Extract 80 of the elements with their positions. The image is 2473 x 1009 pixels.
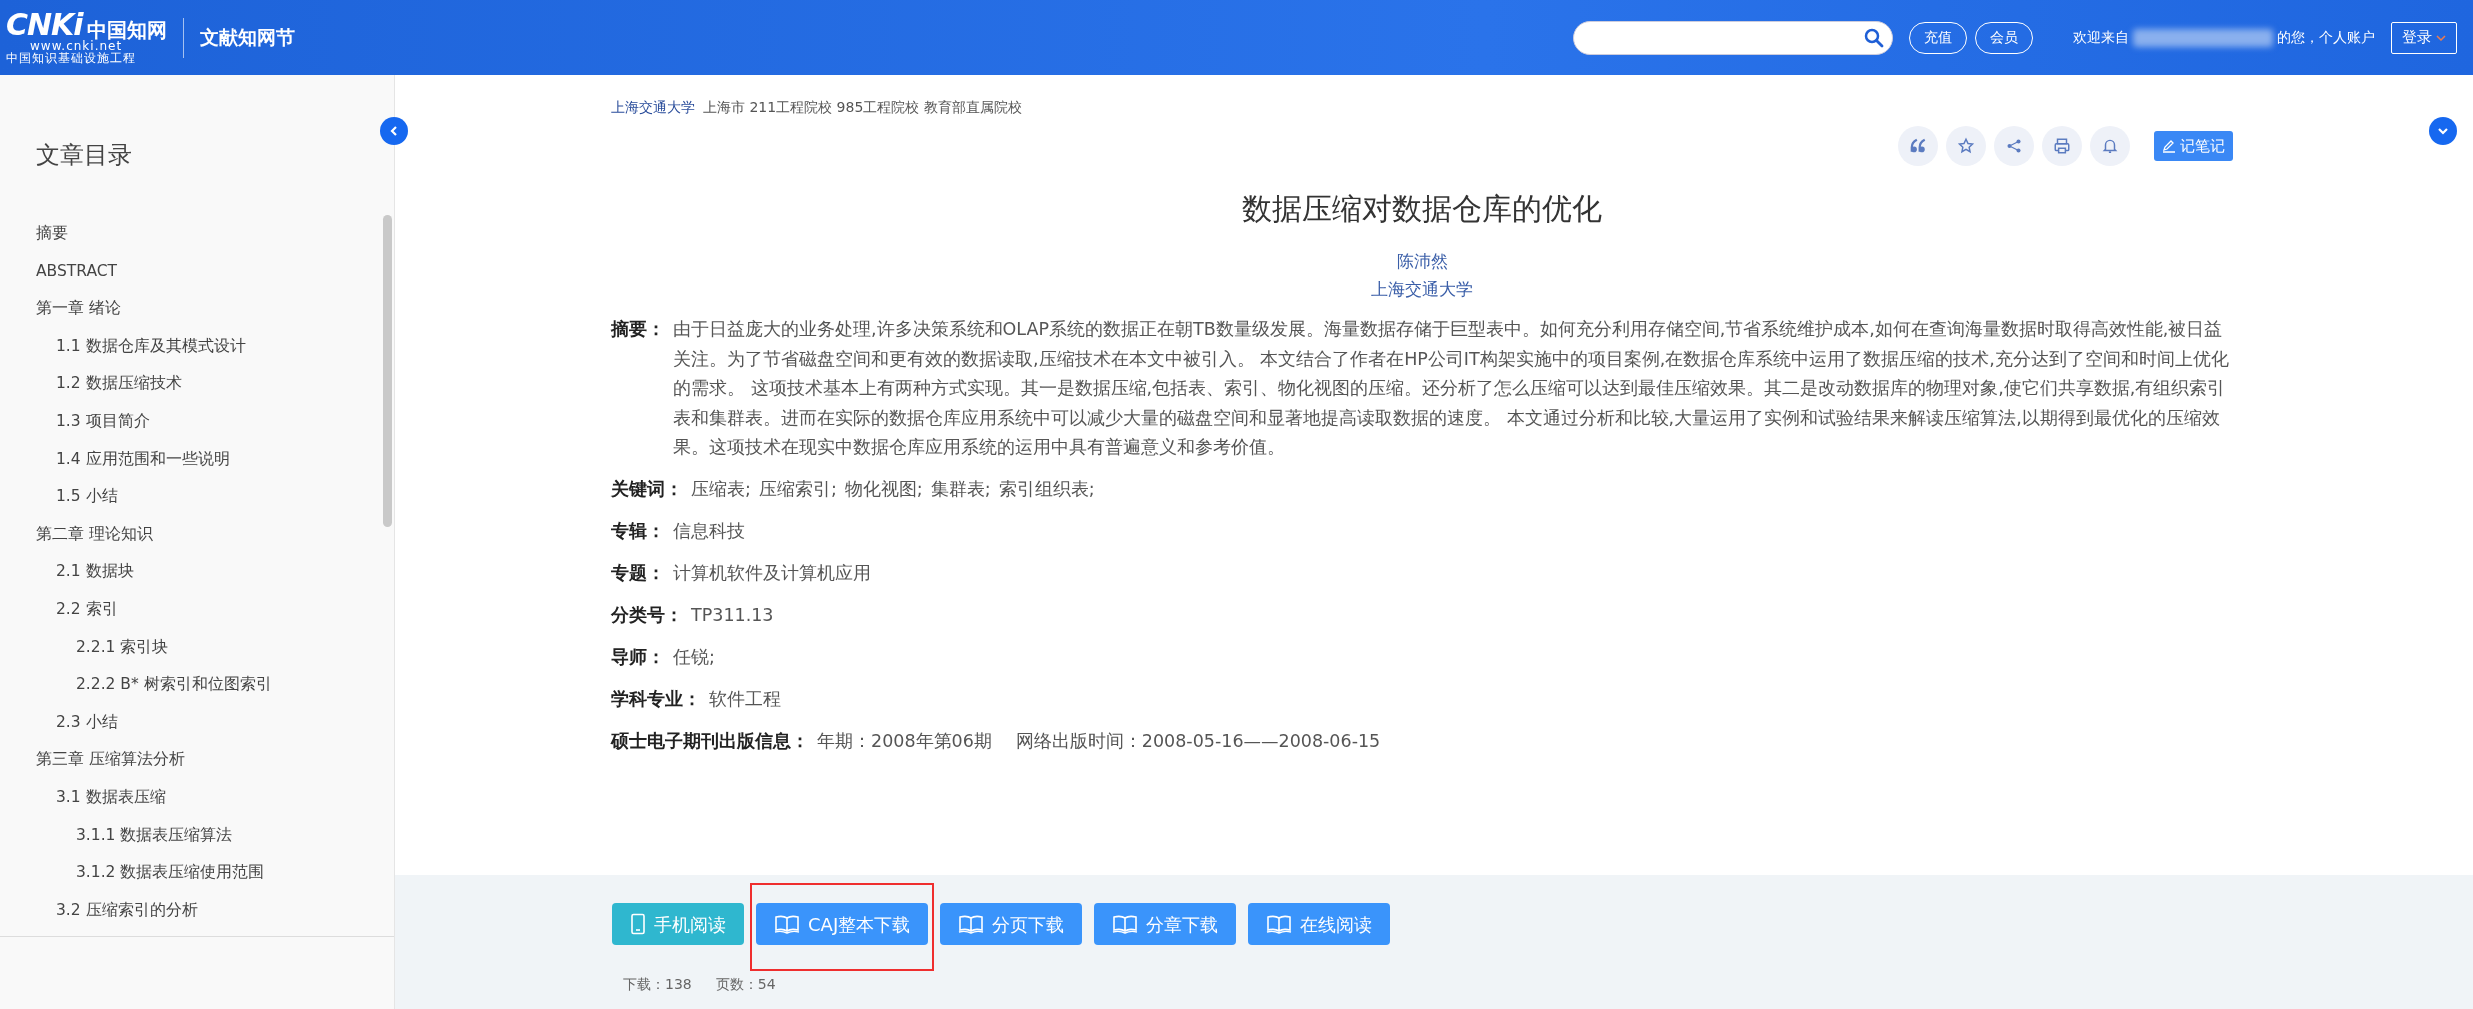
toc-item[interactable]: 3.2 压缩索引的分析 [0, 891, 394, 930]
field-value: 计算机软件及计算机应用 [673, 561, 871, 585]
stat-text: 下载：138 [623, 976, 692, 992]
toc-item[interactable]: 3.1.1 数据表压缩算法 [0, 816, 394, 855]
field-label: 专题： [611, 561, 665, 585]
toc-item[interactable]: 1.4 应用范围和一些说明 [0, 440, 394, 479]
toc-item[interactable]: 第一章 绪论 [0, 290, 394, 328]
toc-item[interactable]: 第三章 压缩算法分析 [0, 741, 394, 779]
toc-item[interactable]: 1.3 项目简介 [0, 402, 394, 441]
stat-text: 页数：54 [715, 976, 776, 992]
sidebar-title: 文章目录 [35, 140, 133, 171]
keyword-link[interactable]: 压缩表; [691, 473, 751, 505]
print-button[interactable] [2042, 126, 2082, 166]
bell-button[interactable] [2090, 126, 2130, 166]
field-label: 关键词： [611, 477, 683, 501]
field-label: 导师： [611, 645, 665, 669]
quote-button[interactable] [1898, 126, 1938, 166]
toc-item[interactable]: 2.2 索引 [0, 590, 394, 629]
caret-icon [2436, 34, 2446, 41]
field-value: 信息科技 [673, 519, 745, 543]
bell-icon [2101, 137, 2119, 155]
login-button[interactable]: 登录 [2391, 21, 2457, 54]
field-value: TP311.13 [691, 603, 774, 627]
field-label: 硕士电子期刊出版信息： [611, 729, 809, 753]
logo-url-text: www.cnki.net [30, 39, 123, 52]
book-icon [1266, 914, 1293, 934]
toc-item[interactable]: 2.2.2 B* 树索引和位图索引 [0, 666, 394, 704]
toc-item[interactable]: 第二章 理论知识 [0, 515, 394, 554]
collapse-button[interactable] [2429, 117, 2457, 145]
toc-item[interactable]: 1.2 数据压缩技术 [0, 365, 394, 403]
book-icon [1112, 914, 1139, 934]
field-value: 软件工程 [709, 687, 781, 711]
search-field[interactable] [1573, 20, 1893, 55]
book-icon [958, 914, 985, 934]
toc-item[interactable]: 3.1 数据表压缩 [0, 778, 394, 817]
book-icon [774, 914, 800, 934]
logo-mark-text: CNKi [6, 9, 83, 40]
field-label: 学科专业： [611, 687, 701, 711]
institution-link[interactable]: 上海交通大学 [611, 97, 695, 118]
logo-name-text: 中国知网 [86, 19, 167, 40]
field-label: 分类号： [611, 603, 683, 627]
share-button[interactable] [1994, 126, 2034, 166]
toc-item[interactable]: 2.2.1 索引块 [0, 628, 394, 667]
toc-item[interactable]: 1.1 数据仓库及其模式设计 [0, 327, 394, 366]
keyword-link[interactable]: 物化视图; [844, 473, 923, 505]
field-value: 任锐; [673, 645, 715, 669]
print-icon [2053, 137, 2071, 155]
logo-slogan-text: 中国知识基础设施工程 [6, 51, 137, 66]
keyword-link[interactable]: 索引组织表; [998, 473, 1095, 505]
toc-item[interactable]: 摘要 [0, 215, 394, 253]
toc-item[interactable]: 2.3 小结 [0, 703, 394, 742]
star-button[interactable] [1946, 126, 1986, 166]
toc-item[interactable]: 3.1.2 数据表压缩使用范围 [0, 854, 394, 892]
phone-icon [630, 913, 646, 935]
author-link[interactable]: 陈沛然 [1396, 251, 1448, 271]
share-icon [2005, 137, 2023, 155]
abstract-text: 由于日益庞大的业务处理,许多决策系统和OLAP系统的数据正在朝TB数量级发展。海量数据存储于巨型表中。如何充分利用存储空间,节省系统维护成本,如何在查询海量数据时取得高效性能,被日益关注。为了节省磁盘空间和更有效的数据读取,压缩技术在本文中被引入。 本文结合了作者在HP公司IT构架实施中的项目案例,在数据仓库系统中运用了数据压缩的技术,充分达到了空间和时间上优化的需求。 这项技术基本上有两种方式实现。其一是数据压缩,包括表、索引、物化视图的压缩。还分析了怎么压缩可以达到最佳压缩效果。其二是改动数据库的物理对象,使它们共享数据,有组织索引表和集群表。进而在实际的数据仓库应用系统中可以减少大量的磁盘空间和显著地提高读取数据的速度。 本文通过分析和比较,大量运用了实例和试验结果来解读压缩算法,以期得到最优化的压缩效果。这项技术在现实中数据仓库应用系统的运用中具有普遍意义和参考价值。 [673, 318, 2230, 459]
affiliation-link[interactable]: 上海交通大学 [1371, 279, 1473, 299]
keyword-link[interactable]: 集群表; [930, 473, 991, 505]
chevron-left-icon [388, 125, 400, 137]
star-icon [1957, 137, 1975, 155]
search-icon [1864, 27, 1884, 48]
scrollbar-thumb[interactable] [383, 215, 392, 527]
field-label: 摘要： [611, 318, 665, 341]
section-title[interactable]: 文献知网节 [199, 23, 295, 52]
field-value: 年期：2008年第06期 [817, 729, 992, 753]
toc-item[interactable]: 2.1 数据块 [0, 553, 394, 591]
toc-item[interactable]: ABSTRACT [0, 252, 394, 291]
field-label: 专辑： [611, 519, 665, 543]
institution-tags: 上海市 211工程院校 985工程院校 教育部直属院校 [703, 97, 1022, 118]
toc-item[interactable]: 1.5 小结 [0, 478, 394, 516]
field-value: 网络出版时间：2008-05-16——2008-06-15 [1015, 729, 1381, 753]
article-title: 数据压缩对数据仓库的优化 [1241, 190, 1603, 228]
welcome-text: 的您，个人账户 [2277, 28, 2375, 47]
collapse-button[interactable] [380, 117, 408, 145]
chevron-down-icon [2437, 125, 2449, 137]
quote-icon [1909, 137, 1927, 155]
pencil-icon [2162, 139, 2176, 153]
keyword-link[interactable]: 压缩索引; [758, 473, 837, 505]
welcome-text: 欢迎来自 [2073, 28, 2129, 47]
